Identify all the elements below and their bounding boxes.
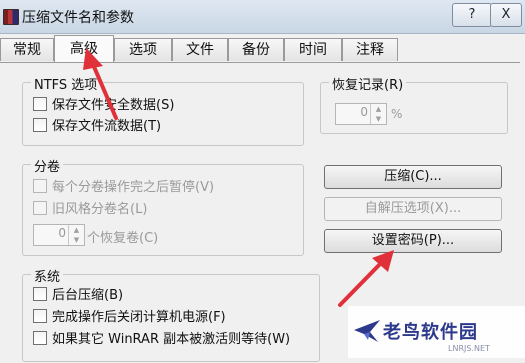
- tab-options[interactable]: 选项: [114, 38, 172, 61]
- recovery-volumes-value: 0: [58, 226, 66, 240]
- tab-advanced[interactable]: 高级: [54, 35, 114, 62]
- checkbox-box[interactable]: [33, 309, 47, 323]
- watermark-subtext: LNRJS.NET: [448, 344, 490, 353]
- old-style-names-label: 旧风格分卷名(L): [52, 202, 148, 217]
- recovery-record-title: 恢复记录(R): [329, 74, 407, 93]
- tab-general[interactable]: 常规: [0, 38, 54, 61]
- save-security-label: 保存文件安全数据(S): [52, 98, 175, 113]
- pause-after-volume-checkbox[interactable]: 每个分卷操作完之后暂停(V): [33, 179, 214, 197]
- system-group: 系统 后台压缩(B) 完成操作后关闭计算机电源(F) 如果其它 WinRAR 副…: [22, 266, 320, 362]
- checkbox-box[interactable]: [33, 201, 47, 215]
- background-compress-label: 后台压缩(B): [52, 288, 124, 303]
- checkbox-box[interactable]: [33, 97, 47, 111]
- spinner-arrows-icon[interactable]: ▲ ▼: [370, 104, 386, 124]
- save-streams-label: 保存文件流数据(T): [52, 119, 162, 134]
- tab-time[interactable]: 时间: [284, 38, 342, 61]
- wait-other-copy-checkbox[interactable]: 如果其它 WinRAR 副本被激活则等待(W): [33, 331, 290, 349]
- volume-title: 分卷: [31, 156, 64, 175]
- recovery-volumes-label: 个恢复卷(C): [87, 231, 159, 246]
- tab-files[interactable]: 文件: [172, 38, 228, 61]
- checkbox-box[interactable]: [33, 287, 47, 301]
- recovery-percent-value: 0: [360, 105, 368, 119]
- volume-group: 分卷 每个分卷操作完之后暂停(V) 旧风格分卷名(L) 0 ▲ ▼ 个恢复卷(C): [22, 156, 304, 256]
- watermark-text: 老鸟软件园: [383, 322, 478, 343]
- compress-settings-button[interactable]: 压缩(C)...: [324, 165, 502, 189]
- pause-after-volume-label: 每个分卷操作完之后暂停(V): [52, 180, 215, 195]
- old-style-names-checkbox[interactable]: 旧风格分卷名(L): [33, 201, 147, 219]
- checkbox-box[interactable]: [33, 118, 47, 132]
- background-compress-checkbox[interactable]: 后台压缩(B): [33, 287, 123, 305]
- help-button[interactable]: ?: [452, 3, 492, 27]
- recovery-percent-unit: %: [391, 107, 403, 121]
- title-bar: 压缩文件名和参数 ? X: [0, 0, 525, 34]
- spinner-arrows-icon[interactable]: ▲ ▼: [68, 225, 84, 245]
- recovery-percent-spinner[interactable]: 0 ▲ ▼: [335, 103, 387, 125]
- system-title: 系统: [31, 266, 64, 285]
- tab-backup[interactable]: 备份: [228, 38, 284, 61]
- window-title: 压缩文件名和参数: [22, 10, 134, 26]
- close-button[interactable]: X: [490, 3, 522, 27]
- ntfs-options-group: NTFS 选项 保存文件安全数据(S) 保存文件流数据(T): [22, 74, 304, 146]
- shutdown-after-label: 完成操作后关闭计算机电源(F): [52, 310, 226, 325]
- save-security-checkbox[interactable]: 保存文件安全数据(S): [33, 97, 174, 115]
- winrar-app-icon: [3, 9, 19, 25]
- sfx-options-button[interactable]: 自解压选项(X)...: [324, 197, 502, 221]
- save-streams-checkbox[interactable]: 保存文件流数据(T): [33, 118, 161, 136]
- recovery-volumes-spinner[interactable]: 0 ▲ ▼: [33, 224, 85, 246]
- set-password-button[interactable]: 设置密码(P)...: [324, 229, 502, 253]
- shutdown-after-checkbox[interactable]: 完成操作后关闭计算机电源(F): [33, 309, 226, 327]
- ntfs-options-title: NTFS 选项: [31, 74, 101, 93]
- watermark: 老鸟软件园 LNRJS.NET: [348, 306, 525, 358]
- checkbox-box[interactable]: [33, 179, 47, 193]
- bird-logo-icon: [354, 320, 380, 342]
- tab-comment[interactable]: 注释: [342, 38, 398, 61]
- checkbox-box[interactable]: [33, 331, 47, 345]
- wait-other-copy-label: 如果其它 WinRAR 副本被激活则等待(W): [52, 332, 291, 347]
- recovery-record-group: 恢复记录(R) 0 ▲ ▼ %: [320, 74, 508, 134]
